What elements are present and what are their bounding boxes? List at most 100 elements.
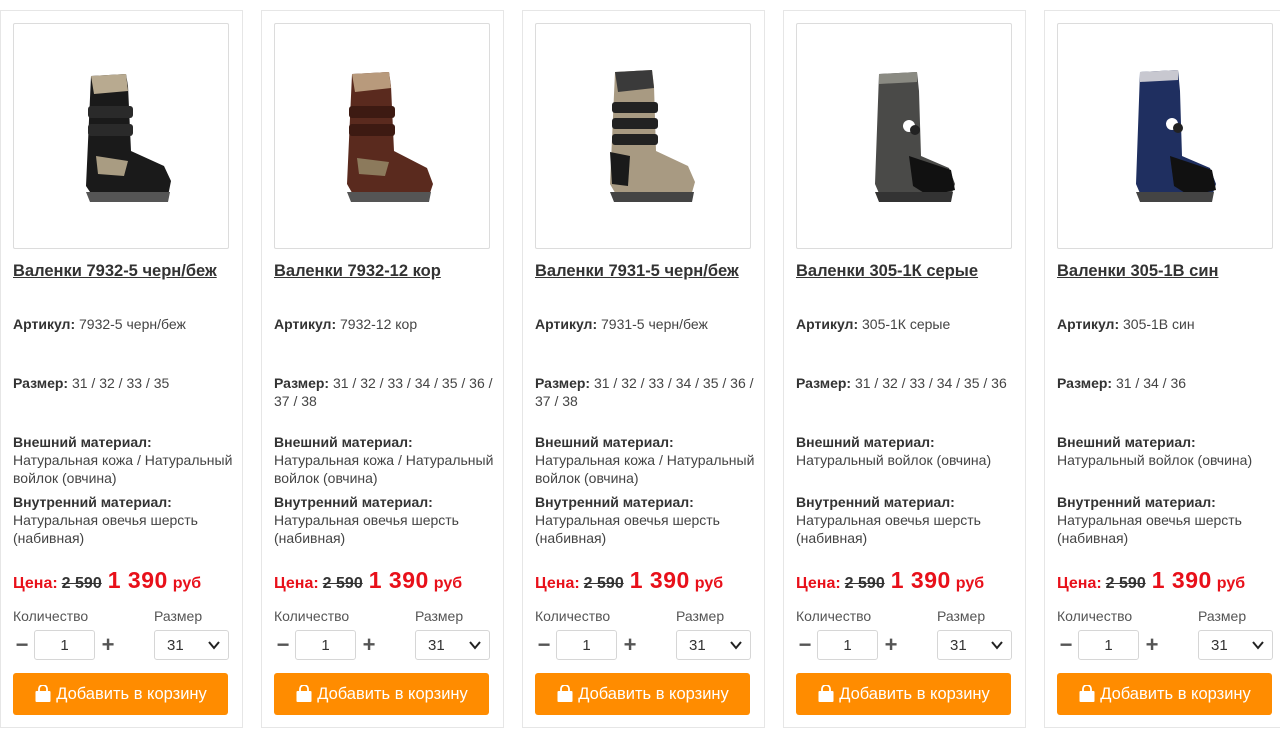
outer-material-label: Внешний материал: — [13, 434, 152, 450]
size-select-label: Размер — [1198, 608, 1247, 624]
minus-icon[interactable]: − — [274, 634, 292, 656]
shopping-bag-icon — [818, 685, 834, 702]
product-grid: Валенки 7932-5 черн/беж Артикул: 7932-5 … — [0, 10, 1280, 728]
article-value: 7932-12 кор — [340, 316, 418, 332]
new-price: 1 390 — [107, 567, 168, 593]
outer-material: Внешний материал: Натуральный войлок (овч… — [1057, 433, 1280, 469]
product-card: Валенки 7932-5 черн/беж Артикул: 7932-5 … — [0, 10, 243, 728]
outer-material-value: Натуральная кожа / Натуральный войлок (о… — [13, 452, 233, 486]
plus-icon[interactable]: + — [1143, 634, 1161, 656]
quantity-stepper: − + — [535, 630, 641, 660]
outer-material-label: Внешний материал: — [274, 434, 413, 450]
shopping-bag-icon — [557, 685, 573, 702]
size-row: Размер: 31 / 32 / 33 / 34 / 35 / 36 / 37… — [535, 374, 760, 410]
outer-material-label: Внешний материал: — [796, 434, 935, 450]
size-select-value: 31 — [950, 637, 967, 654]
size-select[interactable]: 31 — [937, 630, 1012, 660]
currency: руб — [1216, 575, 1246, 592]
inner-material-value: Натуральная овечья шерсть (набивная) — [274, 512, 459, 546]
size-values: 31 / 32 / 33 / 35 — [71, 375, 170, 391]
inner-material-label: Внутренний материал: — [1057, 494, 1216, 510]
outer-material: Внешний материал: Натуральная кожа / Нату… — [274, 433, 499, 487]
product-title[interactable]: Валенки 7932-12 кор — [274, 262, 499, 281]
boot-image-icon — [610, 70, 695, 202]
quantity-input[interactable] — [817, 630, 878, 660]
size-label: Размер: — [274, 375, 330, 391]
product-title[interactable]: Валенки 7932-5 черн/беж — [13, 262, 238, 281]
article-label: Артикул: — [1057, 316, 1120, 332]
add-to-cart-button[interactable]: Добавить в корзину — [535, 673, 750, 715]
outer-material: Внешний материал: Натуральный войлок (овч… — [796, 433, 1021, 469]
product-card: Валенки 305-1К серые Артикул: 305-1К сер… — [783, 10, 1026, 728]
size-label: Размер: — [535, 375, 591, 391]
inner-material: Внутренний материал: Натуральная овечья ш… — [1057, 493, 1280, 547]
product-image[interactable] — [13, 23, 229, 249]
quantity-input[interactable] — [556, 630, 617, 660]
size-select[interactable]: 31 — [415, 630, 490, 660]
inner-material-value: Натуральная овечья шерсть (набивная) — [1057, 512, 1242, 546]
quantity-input[interactable] — [295, 630, 356, 660]
product-card: Валенки 305-1В син Артикул: 305-1В син Р… — [1044, 10, 1280, 728]
inner-material-label: Внутренний материал: — [13, 494, 172, 510]
article-value: 7932-5 черн/беж — [79, 316, 186, 332]
outer-material-label: Внешний материал: — [535, 434, 674, 450]
chevron-down-icon — [208, 641, 220, 650]
quantity-stepper: − + — [274, 630, 380, 660]
outer-material-value: Натуральная кожа / Натуральный войлок (о… — [535, 452, 755, 486]
article-value: 7931-5 черн/беж — [601, 316, 708, 332]
outer-material: Внешний материал: Натуральная кожа / Нату… — [535, 433, 760, 487]
plus-icon[interactable]: + — [621, 634, 639, 656]
minus-icon[interactable]: − — [1057, 634, 1075, 656]
product-image[interactable] — [535, 23, 751, 249]
quantity-stepper: − + — [1057, 630, 1163, 660]
minus-icon[interactable]: − — [796, 634, 814, 656]
size-select-label: Размер — [937, 608, 986, 624]
price-label: Цена: — [535, 575, 580, 592]
add-to-cart-label: Добавить в корзину — [578, 684, 729, 703]
inner-material-value: Натуральная овечья шерсть (набивная) — [13, 512, 198, 546]
minus-icon[interactable]: − — [535, 634, 553, 656]
boot-image-icon — [347, 72, 433, 202]
currency: руб — [955, 575, 985, 592]
inner-material: Внутренний материал: Натуральная овечья ш… — [796, 493, 1021, 547]
minus-icon[interactable]: − — [13, 634, 31, 656]
product-title[interactable]: Валенки 305-1К серые — [796, 262, 1021, 281]
product-image[interactable] — [274, 23, 490, 249]
shopping-bag-icon — [296, 685, 312, 702]
inner-material: Внутренний материал: Натуральная овечья ш… — [13, 493, 238, 547]
quantity-input[interactable] — [1078, 630, 1139, 660]
plus-icon[interactable]: + — [360, 634, 378, 656]
size-select[interactable]: 31 — [1198, 630, 1273, 660]
chevron-down-icon — [469, 641, 481, 650]
quantity-label: Количество — [1057, 608, 1133, 624]
currency: руб — [694, 575, 724, 592]
size-select[interactable]: 31 — [676, 630, 751, 660]
quantity-input[interactable] — [34, 630, 95, 660]
quantity-label: Количество — [274, 608, 350, 624]
outer-material-value: Натуральный войлок (овчина) — [1057, 452, 1253, 468]
add-to-cart-button[interactable]: Добавить в корзину — [1057, 673, 1272, 715]
product-title[interactable]: Валенки 305-1В син — [1057, 262, 1280, 281]
chevron-down-icon — [730, 641, 742, 650]
article-row: Артикул: 7931-5 черн/беж — [535, 315, 760, 333]
chevron-down-icon — [991, 641, 1003, 650]
article-row: Артикул: 305-1В син — [1057, 315, 1280, 333]
article-label: Артикул: — [13, 316, 76, 332]
add-to-cart-button[interactable]: Добавить в корзину — [274, 673, 489, 715]
product-image[interactable] — [1057, 23, 1273, 249]
plus-icon[interactable]: + — [882, 634, 900, 656]
add-to-cart-button[interactable]: Добавить в корзину — [796, 673, 1011, 715]
product-title[interactable]: Валенки 7931-5 черн/беж — [535, 262, 760, 281]
size-select-label: Размер — [415, 608, 464, 624]
inner-material-label: Внутренний материал: — [274, 494, 433, 510]
old-price: 2 590 — [322, 575, 363, 592]
size-select[interactable]: 31 — [154, 630, 229, 660]
plus-icon[interactable]: + — [99, 634, 117, 656]
outer-material: Внешний материал: Натуральная кожа / Нату… — [13, 433, 238, 487]
inner-material-value: Натуральная овечья шерсть (набивная) — [796, 512, 981, 546]
chevron-down-icon — [1252, 641, 1264, 650]
old-price: 2 590 — [61, 575, 102, 592]
add-to-cart-button[interactable]: Добавить в корзину — [13, 673, 228, 715]
product-image[interactable] — [796, 23, 1012, 249]
size-label: Размер: — [796, 375, 852, 391]
